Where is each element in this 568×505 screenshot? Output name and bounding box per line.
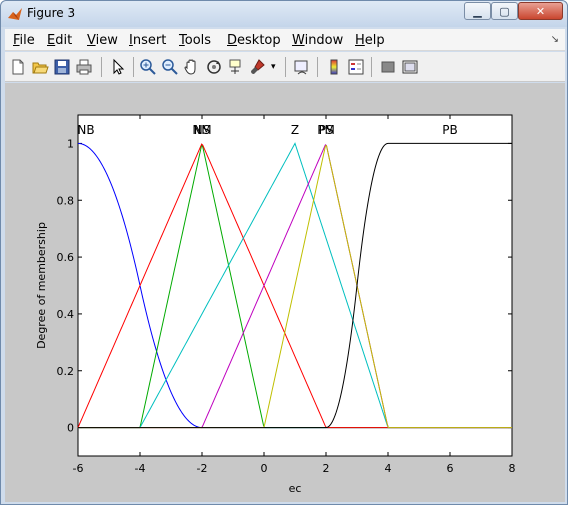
open-file-icon[interactable]: [31, 58, 49, 76]
matlab-logo-icon: [8, 8, 22, 20]
maximize-button[interactable]: ▢: [491, 2, 518, 20]
data-cursor-icon[interactable]: [227, 58, 245, 76]
rotate-3d-icon[interactable]: [205, 58, 223, 76]
menu-edit[interactable]: Edit: [47, 33, 72, 48]
set-label-pb: PB: [442, 123, 457, 137]
title-bar[interactable]: Figure 3 ▁ ▢ ✕: [1, 1, 567, 27]
x-tick-label: -6: [73, 462, 84, 475]
toolbar-separator: [133, 57, 134, 77]
x-tick-label: -4: [135, 462, 146, 475]
membership-plot[interactable]: -6 -4 -2 0 2 4 6 8 0 0.2 0.4 0.6 0.8 1 ec Degree of mem…: [5, 83, 565, 502]
menu-tools[interactable]: Tools: [179, 33, 211, 48]
toolbar-separator: [101, 57, 102, 77]
x-tick-label: 0: [261, 462, 268, 475]
x-tick-label: 8: [509, 462, 516, 475]
x-tick-label: -2: [197, 462, 208, 475]
zoom-out-icon[interactable]: [161, 58, 179, 76]
y-tick-label: 0.2: [57, 365, 75, 378]
brush-dropdown-icon[interactable]: ▾: [271, 62, 279, 80]
pan-hand-icon[interactable]: [183, 58, 201, 76]
select-arrow-icon[interactable]: [109, 58, 127, 76]
y-tick-label: 0: [67, 422, 74, 435]
x-tick-label: 2: [323, 462, 330, 475]
toolbar-separator: [371, 57, 372, 77]
set-label-z: Z: [291, 123, 299, 137]
y-tick-label: 0.6: [57, 251, 75, 264]
figure-canvas[interactable]: -6 -4 -2 0 2 4 6 8 0 0.2 0.4 0.6 0.8 1 ec Degree of mem…: [5, 83, 565, 502]
x-tick-label: 4: [385, 462, 392, 475]
set-label-ns: NS: [194, 123, 211, 137]
toolbar-separator: [317, 57, 318, 77]
minimize-icon: ▁: [473, 4, 482, 18]
figure-toolbar: ▾: [5, 52, 565, 82]
x-axis-label: ec: [289, 482, 302, 495]
menu-window[interactable]: Window: [292, 33, 343, 48]
hide-plot-tools-icon[interactable]: [379, 58, 397, 76]
x-tick-label: 6: [447, 462, 454, 475]
y-tick-label: 1: [67, 137, 74, 150]
toolbar-separator: [285, 57, 286, 77]
show-plot-tools-icon[interactable]: [401, 58, 419, 76]
menu-help[interactable]: Help: [355, 33, 385, 48]
menu-insert[interactable]: Insert: [129, 33, 166, 48]
menu-file[interactable]: File: [13, 33, 35, 48]
y-tick-label: 0.8: [57, 194, 75, 207]
window-title: Figure 3: [27, 6, 76, 20]
menu-desktop[interactable]: Desktop: [227, 33, 281, 48]
y-axis-label: Degree of membership: [35, 222, 48, 349]
insert-colorbar-icon[interactable]: [325, 58, 343, 76]
set-label-pm: PM: [317, 123, 335, 137]
close-icon: ✕: [535, 4, 546, 18]
maximize-icon: ▢: [499, 4, 510, 18]
save-icon[interactable]: [53, 58, 71, 76]
brush-icon[interactable]: [249, 58, 267, 76]
y-tick-label: 0.4: [57, 308, 75, 321]
new-figure-icon[interactable]: [9, 58, 27, 76]
link-plot-icon[interactable]: [293, 58, 311, 76]
insert-legend-icon[interactable]: [347, 58, 365, 76]
menu-dock-arrow-icon[interactable]: ↘: [551, 34, 559, 45]
figure-window: Figure 3 ▁ ▢ ✕ File Edit View Insert Too…: [0, 0, 568, 505]
minimize-button[interactable]: ▁: [464, 2, 491, 20]
close-button[interactable]: ✕: [518, 2, 563, 20]
menu-view[interactable]: View: [87, 33, 118, 48]
print-icon[interactable]: [75, 58, 93, 76]
menu-bar: File Edit View Insert Tools Desktop Wind…: [5, 29, 565, 51]
zoom-in-icon[interactable]: [139, 58, 157, 76]
set-label-nb: NB: [77, 123, 94, 137]
